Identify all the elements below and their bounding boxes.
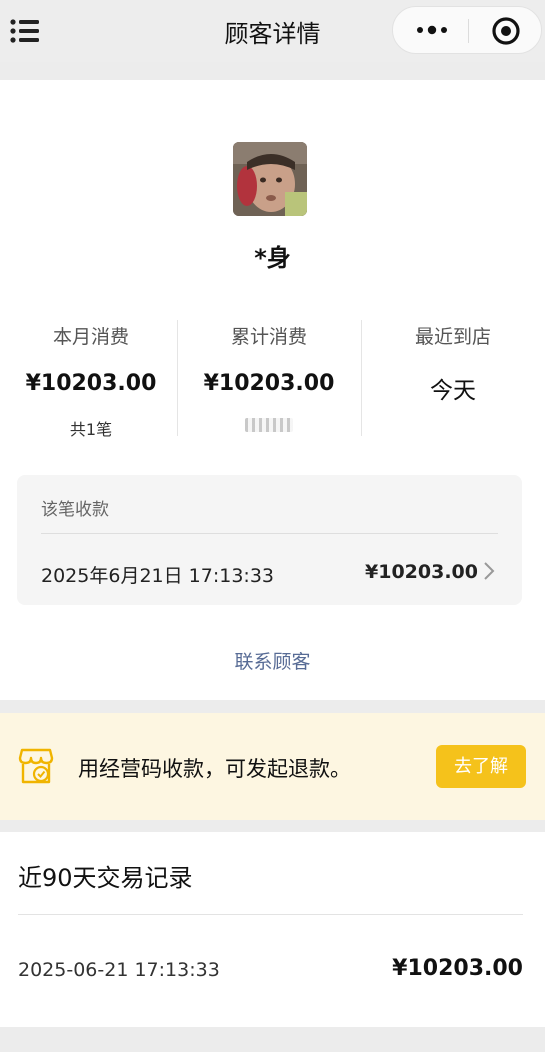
contact-customer-link[interactable]: 联系顾客 bbox=[0, 647, 545, 674]
payment-time: 2025年6月21日 17:13:33 bbox=[41, 565, 274, 587]
customer-name: *身 bbox=[254, 244, 291, 272]
promo-banner: 用经营码收款，可发起退款。 去了解 bbox=[0, 713, 545, 820]
stat-value: ¥10203.00 bbox=[203, 371, 335, 396]
record-amount: ¥10203.00 bbox=[392, 956, 523, 981]
stat-last-visit: 最近到店 今天 bbox=[362, 318, 544, 438]
stat-month-spend: 本月消费 ¥10203.00 共1笔 bbox=[0, 318, 182, 439]
chevron-right-icon bbox=[484, 562, 495, 580]
target-icon[interactable] bbox=[491, 16, 521, 46]
payment-box: 该笔收款 2025年6月21日 17:13:33 ¥10203.00 bbox=[17, 475, 522, 605]
stat-label: 最近到店 bbox=[414, 326, 491, 348]
avatar bbox=[233, 142, 307, 216]
avatar-photo-icon bbox=[233, 142, 307, 216]
record-time: 2025-06-21 17:13:33 bbox=[18, 959, 220, 981]
customer-card: *身 本月消费 ¥10203.00 共1笔 累计消费 ¥10203.00 最近到… bbox=[0, 80, 545, 700]
divider bbox=[41, 533, 498, 534]
stat-value: 今天 bbox=[430, 378, 476, 404]
capsule-divider bbox=[468, 19, 469, 43]
nav-bar: 顾客详情 bbox=[0, 0, 545, 62]
records-title: 近90天交易记录 bbox=[18, 864, 193, 892]
more-icon[interactable] bbox=[415, 20, 449, 40]
payment-amount: ¥10203.00 bbox=[365, 561, 478, 583]
payment-title: 该笔收款 bbox=[41, 500, 109, 520]
divider bbox=[18, 914, 523, 915]
capsule-menu bbox=[392, 6, 542, 54]
banner-text: 用经营码收款，可发起退款。 bbox=[78, 757, 351, 781]
records-section: 近90天交易记录 2025-06-21 17:13:33 ¥10203.00 bbox=[0, 832, 545, 1027]
stat-count: 共1笔 bbox=[69, 420, 113, 439]
stats-row: 本月消费 ¥10203.00 共1笔 累计消费 ¥10203.00 最近到店 今… bbox=[0, 318, 545, 439]
stat-label: 累计消费 bbox=[230, 326, 307, 348]
shop-code-icon bbox=[18, 748, 54, 784]
stat-value: ¥10203.00 bbox=[25, 371, 157, 396]
learn-more-button[interactable]: 去了解 bbox=[436, 745, 526, 788]
stat-label: 本月消费 bbox=[52, 326, 129, 348]
redacted-text bbox=[245, 418, 293, 432]
